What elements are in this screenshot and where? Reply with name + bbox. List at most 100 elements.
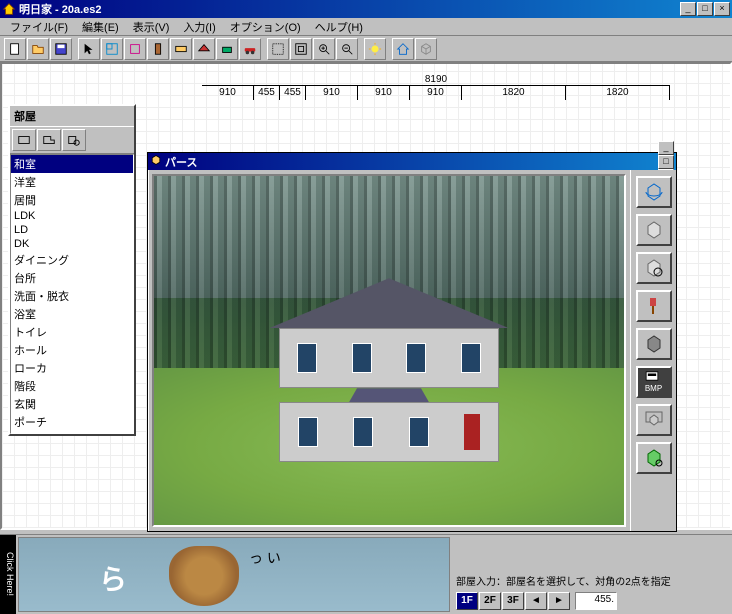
cube-icon [150,154,162,169]
zoom-window-icon[interactable] [290,38,312,60]
room-list-item[interactable]: 居間 [11,191,133,209]
room-rect-tool-icon[interactable] [12,129,36,151]
pan-icon[interactable] [636,214,672,246]
room-list-item[interactable]: LD [11,223,133,237]
ruler-total: 8190 [202,74,670,85]
room-panel-tools [10,126,134,154]
pointer-icon[interactable] [78,38,100,60]
room-list-item[interactable]: 台所 [11,269,133,287]
dimension-ruler: 8190 91045545591091091018201820 [202,74,670,104]
menu-edit[interactable]: 編集(E) [76,17,125,37]
zoom-fit-icon[interactable] [267,38,289,60]
room-list-item[interactable]: 車庫 [11,431,133,434]
minimize-button[interactable]: _ [680,2,696,16]
room-list-item[interactable]: DK [11,237,133,251]
room-list-item[interactable]: ローカ [11,359,133,377]
new-icon[interactable] [4,38,26,60]
window-title: 明日家 - 20a.es2 [19,1,680,17]
banner-text2: っ い [249,548,281,568]
floor-2f-button[interactable]: 2F [479,592,501,610]
menu-option[interactable]: オプション(O) [224,17,307,37]
room-list-item[interactable]: 洗面・脱衣 [11,287,133,305]
ruler-segment: 910 [306,86,358,100]
door-tool-icon[interactable] [147,38,169,60]
room-tool-icon[interactable] [101,38,123,60]
menu-file[interactable]: ファイル(F) [4,17,74,37]
perspective-viewport[interactable] [152,174,626,527]
perspective-maximize-button[interactable]: □ [658,155,674,169]
workspace[interactable]: 8190 91045545591091091018201820 部屋 和室洋室居… [0,62,732,530]
main-toolbar [0,36,732,62]
room-panel-title: 部屋 [10,106,134,126]
room-list-item[interactable]: 玄関 [11,395,133,413]
house-floor2 [279,328,499,388]
menu-view[interactable]: 表示(V) [127,17,176,37]
room-poly-tool-icon[interactable] [37,129,61,151]
room-list-item[interactable]: ポーチ [11,413,133,431]
perspective-toolbar: BMP [630,170,676,531]
perspective-titlebar[interactable]: パース _ □ × [148,153,676,170]
perspective-title: パース [165,154,658,170]
maximize-button[interactable]: □ [697,2,713,16]
title-bar: 明日家 - 20a.es2 _ □ × [0,0,732,18]
home-icon[interactable] [392,38,414,60]
status-info: 部屋入力：部屋名を選択して、対角の2点を指定 1F 2F 3F ◄ ► 455. [452,535,732,614]
menu-input[interactable]: 入力(I) [177,17,221,37]
menu-bar: ファイル(F) 編集(E) 表示(V) 入力(I) オプション(O) ヘルプ(H… [0,18,732,36]
ruler-segment: 910 [202,86,254,100]
rotate-icon[interactable] [636,176,672,208]
zoom-icon[interactable] [636,252,672,284]
house-model [279,278,499,462]
room-inspect-tool-icon[interactable] [62,129,86,151]
ruler-segment: 455 [254,86,280,100]
room-panel: 部屋 和室洋室居間LDKLDDKダイニング台所洗面・脱衣浴室トイレホールローカ階… [8,104,136,436]
roof-tool-icon[interactable] [193,38,215,60]
room-list-item[interactable]: 階段 [11,377,133,395]
room-list-item[interactable]: ホール [11,341,133,359]
paint-icon[interactable] [636,290,672,322]
house-awning [349,388,429,402]
room-list-item[interactable]: ダイニング [11,251,133,269]
furniture-tool-icon[interactable] [216,38,238,60]
floor-3f-button[interactable]: 3F [502,592,524,610]
ruler-segment: 1820 [566,86,670,100]
house-floor1 [279,402,499,462]
ruler-segment: 1820 [462,86,566,100]
3d-icon[interactable] [415,38,437,60]
light-icon[interactable] [364,38,386,60]
ruler-segment: 910 [358,86,410,100]
perspective-minimize-button[interactable]: _ [658,141,674,155]
prev-button[interactable]: ◄ [525,592,547,610]
close-button[interactable]: × [714,2,730,16]
perspective-window: パース _ □ × [147,152,677,532]
save-icon[interactable] [50,38,72,60]
room-list-item[interactable]: 浴室 [11,305,133,323]
save-bmp-button[interactable]: BMP [636,366,672,398]
room-list-item[interactable]: LDK [11,209,133,223]
ad-banner[interactable]: ら っ い [18,537,450,612]
zoom-out-icon[interactable] [336,38,358,60]
open-icon[interactable] [27,38,49,60]
wall-tool-icon[interactable] [124,38,146,60]
house-door [464,414,480,450]
room-list-item[interactable]: トイレ [11,323,133,341]
house-roof [269,278,509,328]
value-field[interactable]: 455. [575,592,617,610]
shade-icon[interactable] [636,328,672,360]
ruler-segment: 910 [410,86,462,100]
car-tool-icon[interactable] [239,38,261,60]
ruler-segment: 455 [280,86,306,100]
next-button[interactable]: ► [548,592,570,610]
window-tool-icon[interactable] [170,38,192,60]
window-buttons: _ □ × [680,2,730,16]
menu-help[interactable]: ヘルプ(H) [309,17,369,37]
room-list[interactable]: 和室洋室居間LDKLDDKダイニング台所洗面・脱衣浴室トイレホールローカ階段玄関… [10,154,134,434]
render-icon[interactable] [636,442,672,474]
room-list-item[interactable]: 和室 [11,155,133,173]
click-here-tab[interactable]: Click Here! [0,535,16,614]
status-message: 部屋入力：部屋名を選択して、対角の2点を指定 [456,573,728,588]
room-list-item[interactable]: 洋室 [11,173,133,191]
wireframe-icon[interactable] [636,404,672,436]
floor-1f-button[interactable]: 1F [456,592,478,610]
zoom-in-icon[interactable] [313,38,335,60]
